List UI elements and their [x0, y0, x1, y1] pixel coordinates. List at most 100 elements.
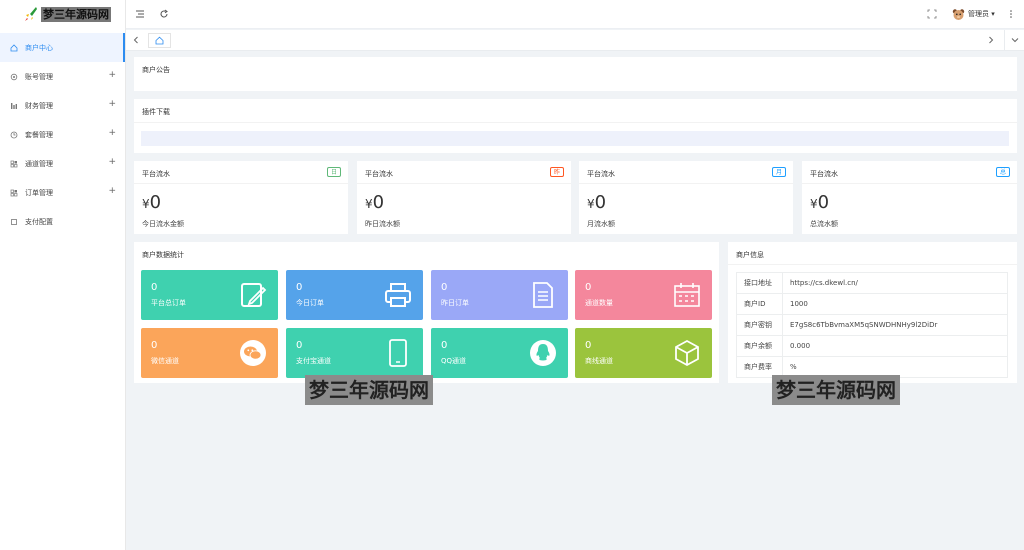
currency-symbol: ¥: [587, 197, 595, 211]
merchant-stats-card: 商户数据统计 0 平台总订单 0 今日订单 0 昨日订单 0 通道数量 0 微信…: [134, 242, 719, 383]
stat-label: 月流水额: [587, 220, 615, 228]
sidebar-item-label: 通道管理: [25, 159, 53, 168]
sidebar-item-merchant-center[interactable]: 商户中心: [0, 33, 125, 62]
admin-user-menu[interactable]: 管理员 ▾: [968, 9, 995, 19]
plugin-download-area[interactable]: [141, 131, 1009, 146]
card-title: 插件下载: [142, 108, 170, 116]
tile-today-orders[interactable]: 0 今日订单: [286, 270, 423, 320]
sidebar-item-label: 财务管理: [25, 101, 53, 110]
divider: [579, 183, 793, 184]
info-value[interactable]: 1000: [782, 293, 1008, 315]
tile-alipay-channel[interactable]: 0 支付宝通道: [286, 328, 423, 378]
tile-merchant-line-channel[interactable]: 0 商线通道: [575, 328, 712, 378]
refresh-icon[interactable]: [159, 9, 169, 19]
sidebar-item-label: 账号管理: [25, 72, 53, 81]
sidebar-item-payment-config[interactable]: 支付配置: [0, 207, 125, 236]
sidebar: 梦三年源码网 商户中心 账号管理 + 财务管理 + 套餐管理 + 通道管理 +: [0, 0, 126, 550]
tabs-dropdown[interactable]: [1004, 30, 1024, 51]
currency-symbol: ¥: [365, 197, 373, 211]
currency-symbol: ¥: [810, 197, 818, 211]
qq-icon: [530, 340, 556, 366]
edit-icon: [241, 283, 267, 307]
home-icon: [10, 43, 18, 52]
divider: [357, 183, 571, 184]
card-title: 商户数据统计: [142, 251, 184, 259]
sidebar-item-channel[interactable]: 通道管理 +: [0, 149, 125, 178]
sidebar-item-label: 套餐管理: [25, 130, 53, 139]
tab-bar: [126, 30, 1024, 51]
grid-icon: [10, 189, 18, 197]
info-value[interactable]: E7gS8c6TbBvmaXM5qSNWDHNHy9l2DiDr: [782, 314, 1008, 336]
stat-card-month: 平台流水 月 ¥0 月流水额: [579, 161, 793, 234]
tile-value: 0: [151, 282, 158, 293]
stat-title: 平台流水: [810, 170, 838, 178]
tile-total-orders[interactable]: 0 平台总订单: [141, 270, 278, 320]
period-badge: 月: [771, 167, 786, 177]
info-value[interactable]: https://cs.dkewl.cn/: [782, 272, 1008, 294]
sidebar-item-label: 支付配置: [25, 217, 53, 226]
tile-label: 微信通道: [151, 357, 179, 365]
info-key: 商户ID: [736, 293, 783, 315]
tile-wechat-channel[interactable]: 0 微信通道: [141, 328, 278, 378]
tile-label: 通道数量: [585, 299, 613, 307]
info-key: 商户密钥: [736, 314, 783, 336]
menu-toggle-icon[interactable]: [135, 9, 145, 19]
more-vertical-icon[interactable]: [1006, 9, 1016, 19]
watermark: 梦三年源码网: [305, 375, 433, 405]
sidebar-item-label: 订单管理: [25, 188, 53, 197]
expand-plus-icon[interactable]: +: [108, 70, 116, 80]
tile-value: 0: [441, 340, 448, 351]
divider: [802, 183, 1017, 184]
expand-plus-icon[interactable]: +: [108, 186, 116, 196]
logo[interactable]: 梦三年源码网: [0, 0, 126, 30]
stat-value: ¥0: [365, 192, 385, 213]
period-badge: 日: [326, 167, 341, 177]
tile-label: 平台总订单: [151, 299, 186, 307]
tab-home[interactable]: [148, 33, 171, 48]
tile-label: QQ通道: [441, 357, 467, 365]
sidebar-menu: 商户中心 账号管理 + 财务管理 + 套餐管理 + 通道管理 + 订单管理 +: [0, 33, 125, 236]
stat-title: 平台流水: [142, 170, 170, 178]
logo-text: 梦三年源码网: [41, 7, 111, 22]
table-row: 商户密钥 E7gS8c6TbBvmaXM5qSNWDHNHy9l2DiDr: [736, 314, 1008, 336]
card-title: 商户公告: [142, 66, 170, 74]
tile-channel-count[interactable]: 0 通道数量: [575, 270, 712, 320]
square-icon: [10, 218, 18, 226]
tile-label: 昨日订单: [441, 299, 469, 307]
expand-plus-icon[interactable]: +: [108, 157, 116, 167]
stat-card-today: 平台流水 日 ¥0 今日流水金额: [134, 161, 348, 234]
chevron-left-icon[interactable]: [131, 35, 141, 45]
tile-value: 0: [296, 340, 303, 351]
gear-icon: [10, 73, 18, 81]
announcement-card: 商户公告: [134, 57, 1017, 91]
calendar-icon: [674, 283, 700, 307]
sidebar-item-finance[interactable]: 财务管理 +: [0, 91, 125, 120]
plugin-download-card: 插件下载: [134, 99, 1017, 153]
chevron-right-icon[interactable]: [986, 35, 996, 45]
table-row: 商户ID 1000: [736, 293, 1008, 315]
merchant-info-table: 接口地址 https://cs.dkewl.cn/ 商户ID 1000 商户密钥 E7…: [736, 272, 1008, 378]
tile-value: 0: [585, 282, 592, 293]
tile-yesterday-orders[interactable]: 0 昨日订单: [431, 270, 568, 320]
clock-icon: [10, 131, 18, 139]
expand-plus-icon[interactable]: +: [108, 128, 116, 138]
fullscreen-icon[interactable]: [927, 9, 937, 19]
info-value[interactable]: 0.000: [782, 335, 1008, 357]
wechat-icon: [240, 340, 266, 366]
avatar[interactable]: [952, 8, 965, 21]
tile-value: 0: [296, 282, 303, 293]
sidebar-item-package[interactable]: 套餐管理 +: [0, 120, 125, 149]
watermark: 梦三年源码网: [772, 375, 900, 405]
stat-title: 平台流水: [587, 170, 615, 178]
tile-label: 支付宝通道: [296, 357, 331, 365]
stat-title: 平台流水: [365, 170, 393, 178]
tile-value: 0: [441, 282, 448, 293]
stat-value: ¥0: [142, 192, 162, 213]
tile-qq-channel[interactable]: 0 QQ通道: [431, 328, 568, 378]
tile-value: 0: [585, 340, 592, 351]
sidebar-item-account[interactable]: 账号管理 +: [0, 62, 125, 91]
sidebar-item-order[interactable]: 订单管理 +: [0, 178, 125, 207]
info-key: 接口地址: [736, 272, 783, 294]
expand-plus-icon[interactable]: +: [108, 99, 116, 109]
divider: [728, 264, 1017, 265]
